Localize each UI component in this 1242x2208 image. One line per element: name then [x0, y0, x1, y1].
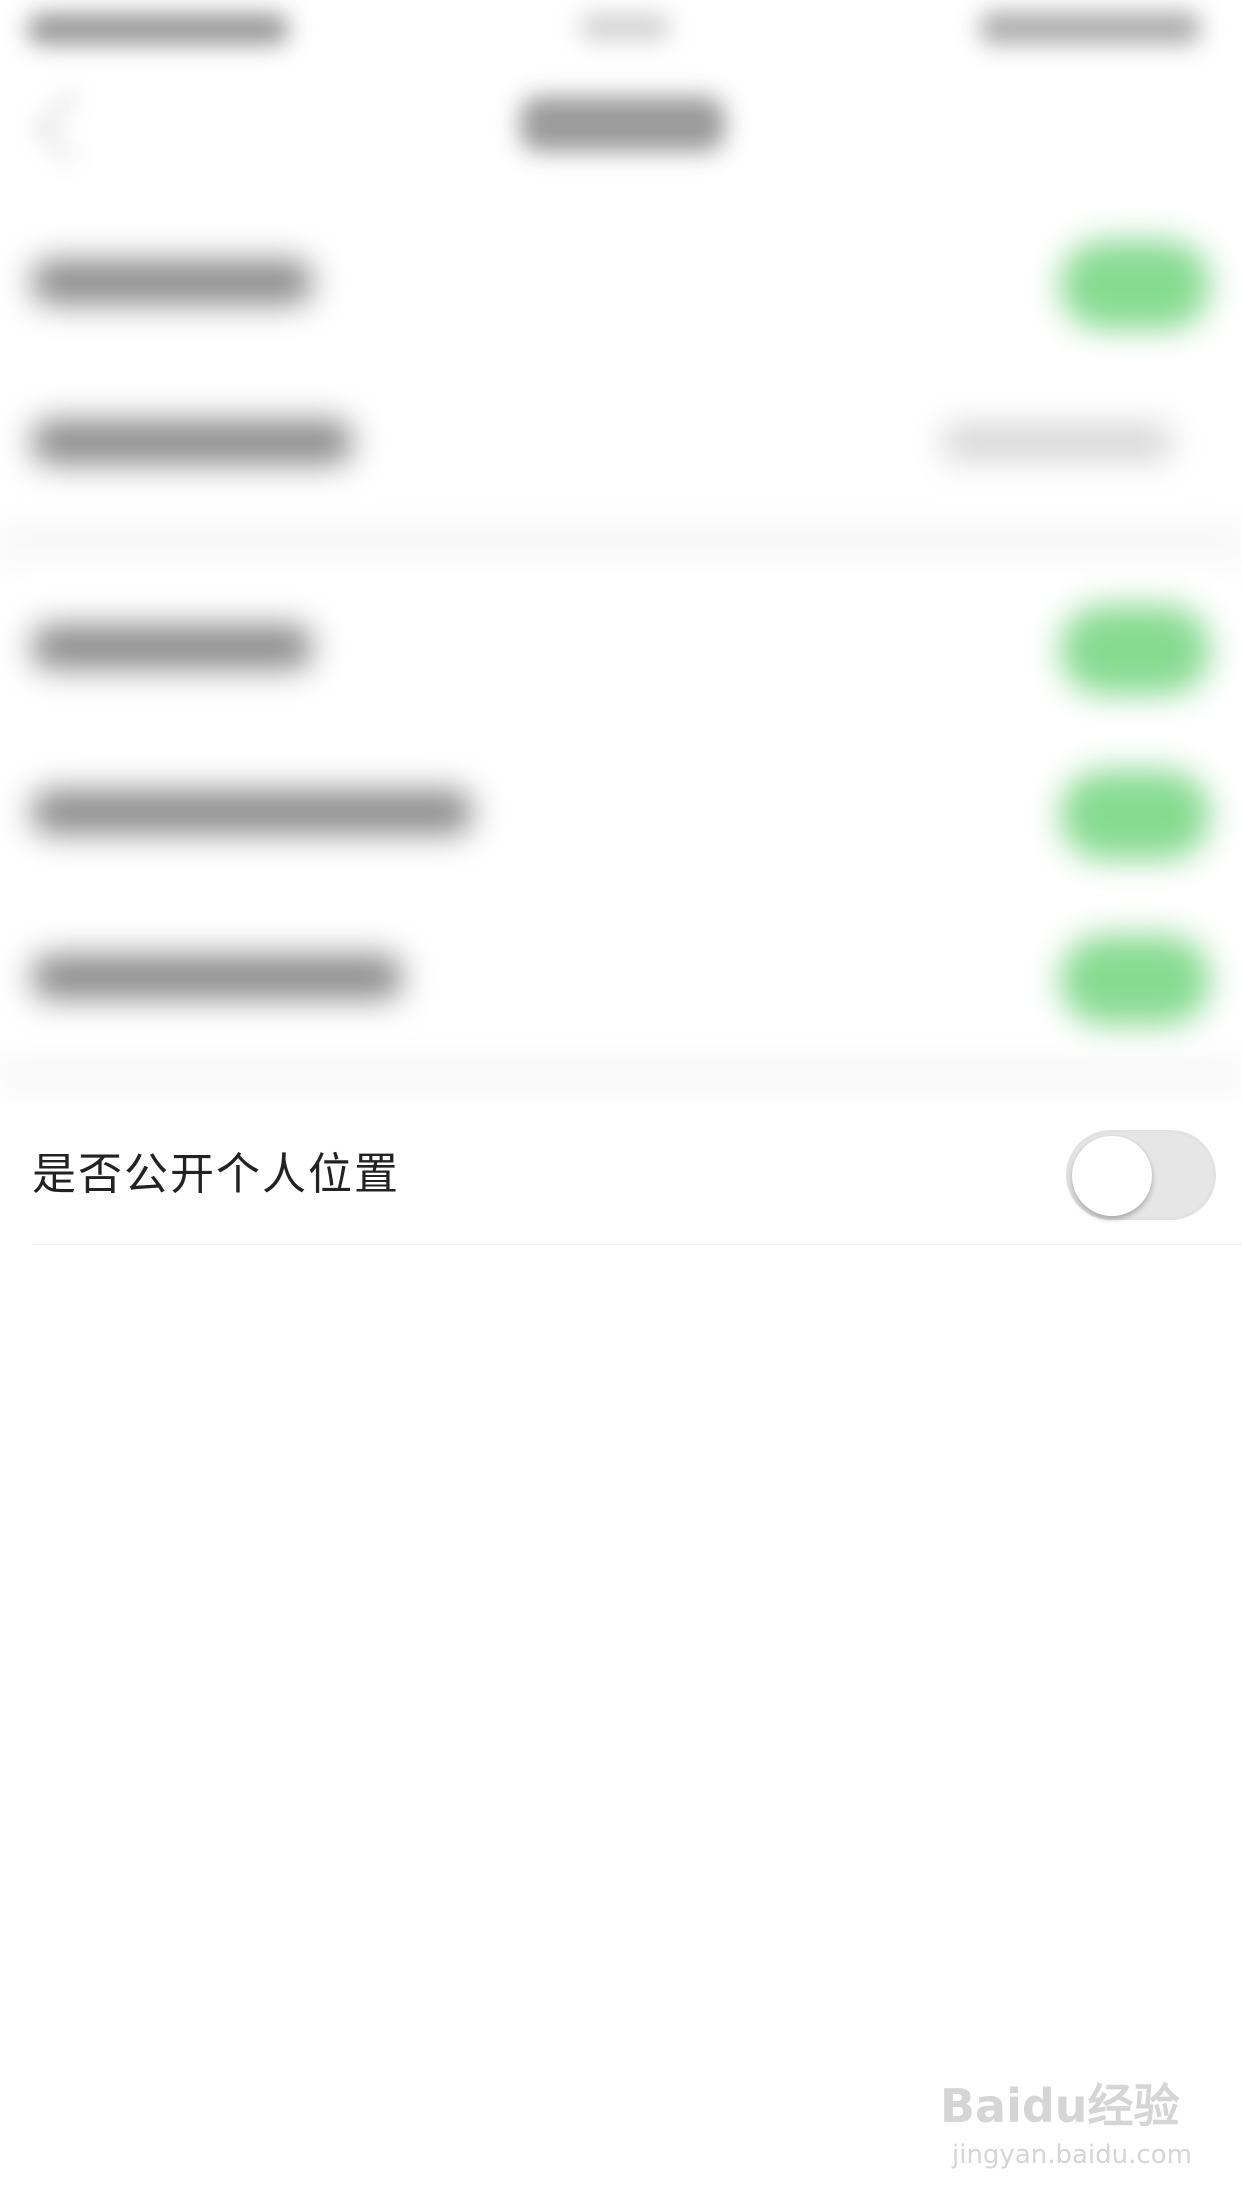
back-arrow-icon[interactable] [36, 91, 106, 161]
setting-label [32, 260, 312, 304]
baidu-logo: Baidu经验 [940, 2079, 1180, 2133]
toggle-knob [1072, 1136, 1152, 1216]
status-bar-battery [980, 12, 1200, 44]
toggle-switch[interactable] [1060, 240, 1210, 330]
setting-row[interactable] [0, 200, 1242, 360]
toggle-switch[interactable] [1060, 770, 1210, 860]
toggle-switch[interactable] [1060, 935, 1210, 1025]
watermark-url: jingyan.baidu.com [952, 2140, 1192, 2170]
setting-row[interactable] [0, 360, 1242, 520]
baidu-watermark: Baidu经验 jingyan.baidu.com [940, 2070, 1200, 2180]
setting-label [32, 955, 402, 999]
settings-screen: 是否公开个人位置 Baidu经验 jingyan.baidu.com [0, 0, 1242, 2208]
setting-label [32, 790, 472, 834]
status-bar-carrier [28, 14, 288, 44]
row-divider [32, 1244, 1242, 1245]
status-bar-time [580, 14, 670, 40]
toggle-switch[interactable] [1060, 605, 1210, 695]
setting-label [32, 420, 352, 464]
section-divider [0, 1055, 1242, 1095]
setting-row[interactable] [0, 730, 1242, 890]
status-bar [0, 0, 1242, 60]
public-location-label: 是否公开个人位置 [32, 1149, 400, 1200]
setting-row[interactable] [0, 895, 1242, 1055]
setting-row[interactable] [0, 565, 1242, 725]
navigation-bar [0, 60, 1242, 190]
setting-label [32, 625, 312, 669]
setting-value [942, 424, 1172, 460]
public-location-row[interactable]: 是否公开个人位置 [0, 1105, 1242, 1245]
public-location-toggle[interactable] [1066, 1130, 1216, 1220]
page-title [520, 96, 725, 152]
